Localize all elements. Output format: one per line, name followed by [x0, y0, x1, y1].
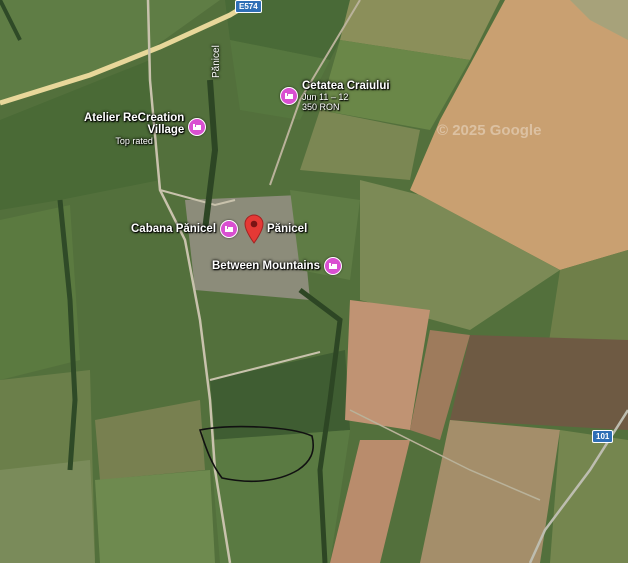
poi-name: Cabana Pănicel — [131, 223, 217, 235]
map-pin-icon — [244, 214, 264, 244]
pin-label: Pănicel — [267, 223, 308, 235]
poi-cabana-panicel[interactable]: Cabana Pănicel — [131, 220, 239, 238]
poi-price: 350 RON — [302, 102, 340, 112]
poi-rating: Top rated — [115, 136, 153, 146]
hotel-icon — [188, 118, 207, 136]
poi-name: Between Mountains — [212, 260, 320, 272]
poi-between-mountains[interactable]: Between Mountains — [212, 257, 342, 275]
hotel-icon — [323, 257, 342, 275]
poi-name-line2: Village — [147, 124, 185, 136]
road-shield-e574: E574 — [235, 0, 262, 13]
poi-dates: Jun 11 – 12 — [302, 92, 349, 102]
street-label: Pănicel — [211, 45, 222, 78]
poi-cetatea-craiului[interactable]: Cetatea Craiului Jun 11 – 12 350 RON — [280, 80, 390, 112]
road-shield-101: 101 — [592, 430, 614, 443]
poi-name: Atelier ReCreation — [84, 112, 185, 124]
map-watermark: © 2025 Google — [437, 122, 542, 139]
hotel-icon — [280, 87, 298, 105]
poi-atelier-recreation[interactable]: Atelier ReCreation Village Top rated — [84, 112, 207, 146]
satellite-map[interactable]: E574 101 Pănicel © 2025 Google Cetatea C… — [0, 0, 628, 563]
hotel-icon — [220, 220, 239, 238]
poi-name: Cetatea Craiului — [302, 80, 390, 92]
location-pin[interactable] — [243, 214, 265, 249]
